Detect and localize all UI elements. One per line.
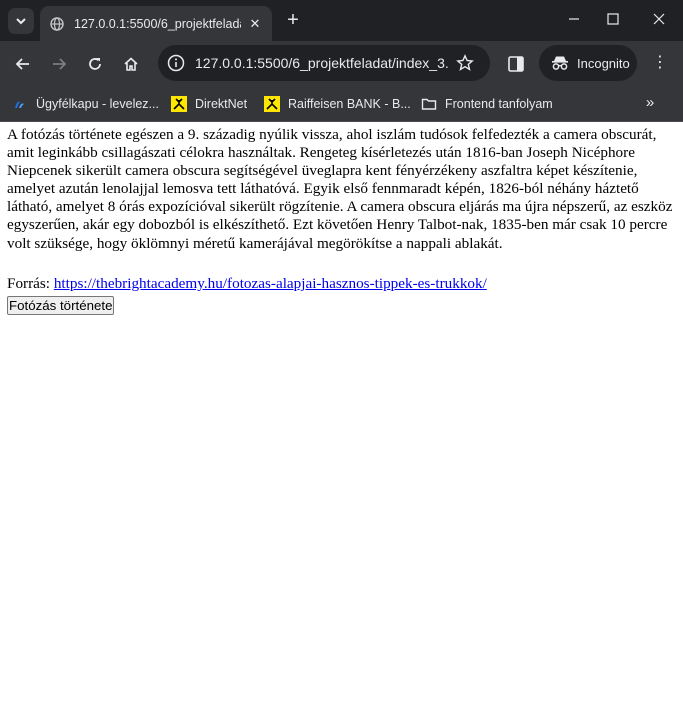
bookmark-label: Ügyfélkapu - levelez... [36,97,159,111]
browser-toolbar: 127.0.0.1:5500/6_projektfeladat/index_3.… [0,41,683,86]
url-text[interactable]: 127.0.0.1:5500/6_projektfeladat/index_3.… [195,55,450,71]
home-button[interactable] [118,51,144,77]
folder-icon [421,98,437,110]
incognito-label: Incognito [577,55,630,71]
bookmark-label: DirektNet [195,97,248,111]
close-icon [653,13,665,25]
bookmark-label: Frontend tanfolyam [445,97,553,111]
raiffeisen-icon [171,96,187,112]
history-paragraph: A fotózás története egészen a 9. századi… [7,126,673,252]
maximize-button[interactable] [603,10,623,30]
bookmark-ugyfelkapu[interactable]: Ügyfélkapu - levelez... [12,93,159,115]
reload-button[interactable] [82,51,108,77]
address-bar[interactable]: 127.0.0.1:5500/6_projektfeladat/index_3.… [158,45,490,81]
arrow-left-icon [15,58,29,70]
bookmark-star-icon[interactable] [456,54,474,72]
source-label: Forrás: [7,274,51,292]
bookmark-label: Raiffeisen BANK - B... [288,97,411,111]
site-info-icon[interactable] [167,54,185,72]
minimize-icon [569,18,579,20]
tab-search-button[interactable] [8,8,34,34]
maximize-icon [607,13,619,25]
active-tab[interactable]: 127.0.0.1:5500/6_projektfeladat/ ✕ [40,6,272,41]
bookmark-raiffeisen[interactable]: Raiffeisen BANK - B... [264,93,411,115]
bookmark-direktnet[interactable]: DirektNet [171,93,247,115]
bookmarks-bar: Ügyfélkapu - levelez... DirektNet Raiffe… [0,86,683,122]
forward-button[interactable] [46,51,72,77]
tab-title: 127.0.0.1:5500/6_projektfeladat/ [74,16,241,31]
photo-history-button[interactable]: Fotózás története [7,295,115,315]
source-link[interactable]: https://thebrightacademy.hu/fotozas-alap… [54,275,487,292]
tab-strip: 127.0.0.1:5500/6_projektfeladat/ ✕ + [0,0,683,41]
page-content: A fotózás története egészen a 9. századi… [0,122,683,728]
new-tab-button[interactable]: + [283,10,303,30]
side-panel-icon[interactable] [506,54,526,74]
browser-window: 127.0.0.1:5500/6_projektfeladat/ ✕ + 127… [0,0,683,728]
incognito-icon [552,56,568,70]
home-icon [124,57,138,71]
globe-icon [50,16,64,31]
raiffeisen-icon [264,96,280,112]
bookmark-frontend-folder[interactable]: Frontend tanfolyam [421,93,553,115]
menu-kebab-icon[interactable]: ⋮ [650,53,670,73]
back-button[interactable] [10,51,36,77]
close-tab-icon[interactable]: ✕ [247,16,263,32]
arrow-right-icon [53,58,67,70]
minimize-button[interactable] [564,10,584,30]
incognito-badge[interactable]: Incognito [539,45,637,81]
ugyfelkapu-icon [15,101,24,108]
close-window-button[interactable] [649,10,669,30]
reload-icon [89,58,101,70]
bookmarks-overflow-icon[interactable]: » [641,94,659,112]
chevron-down-icon [16,18,26,25]
source-line: Forrás: https://thebrightacademy.hu/foto… [7,275,676,293]
